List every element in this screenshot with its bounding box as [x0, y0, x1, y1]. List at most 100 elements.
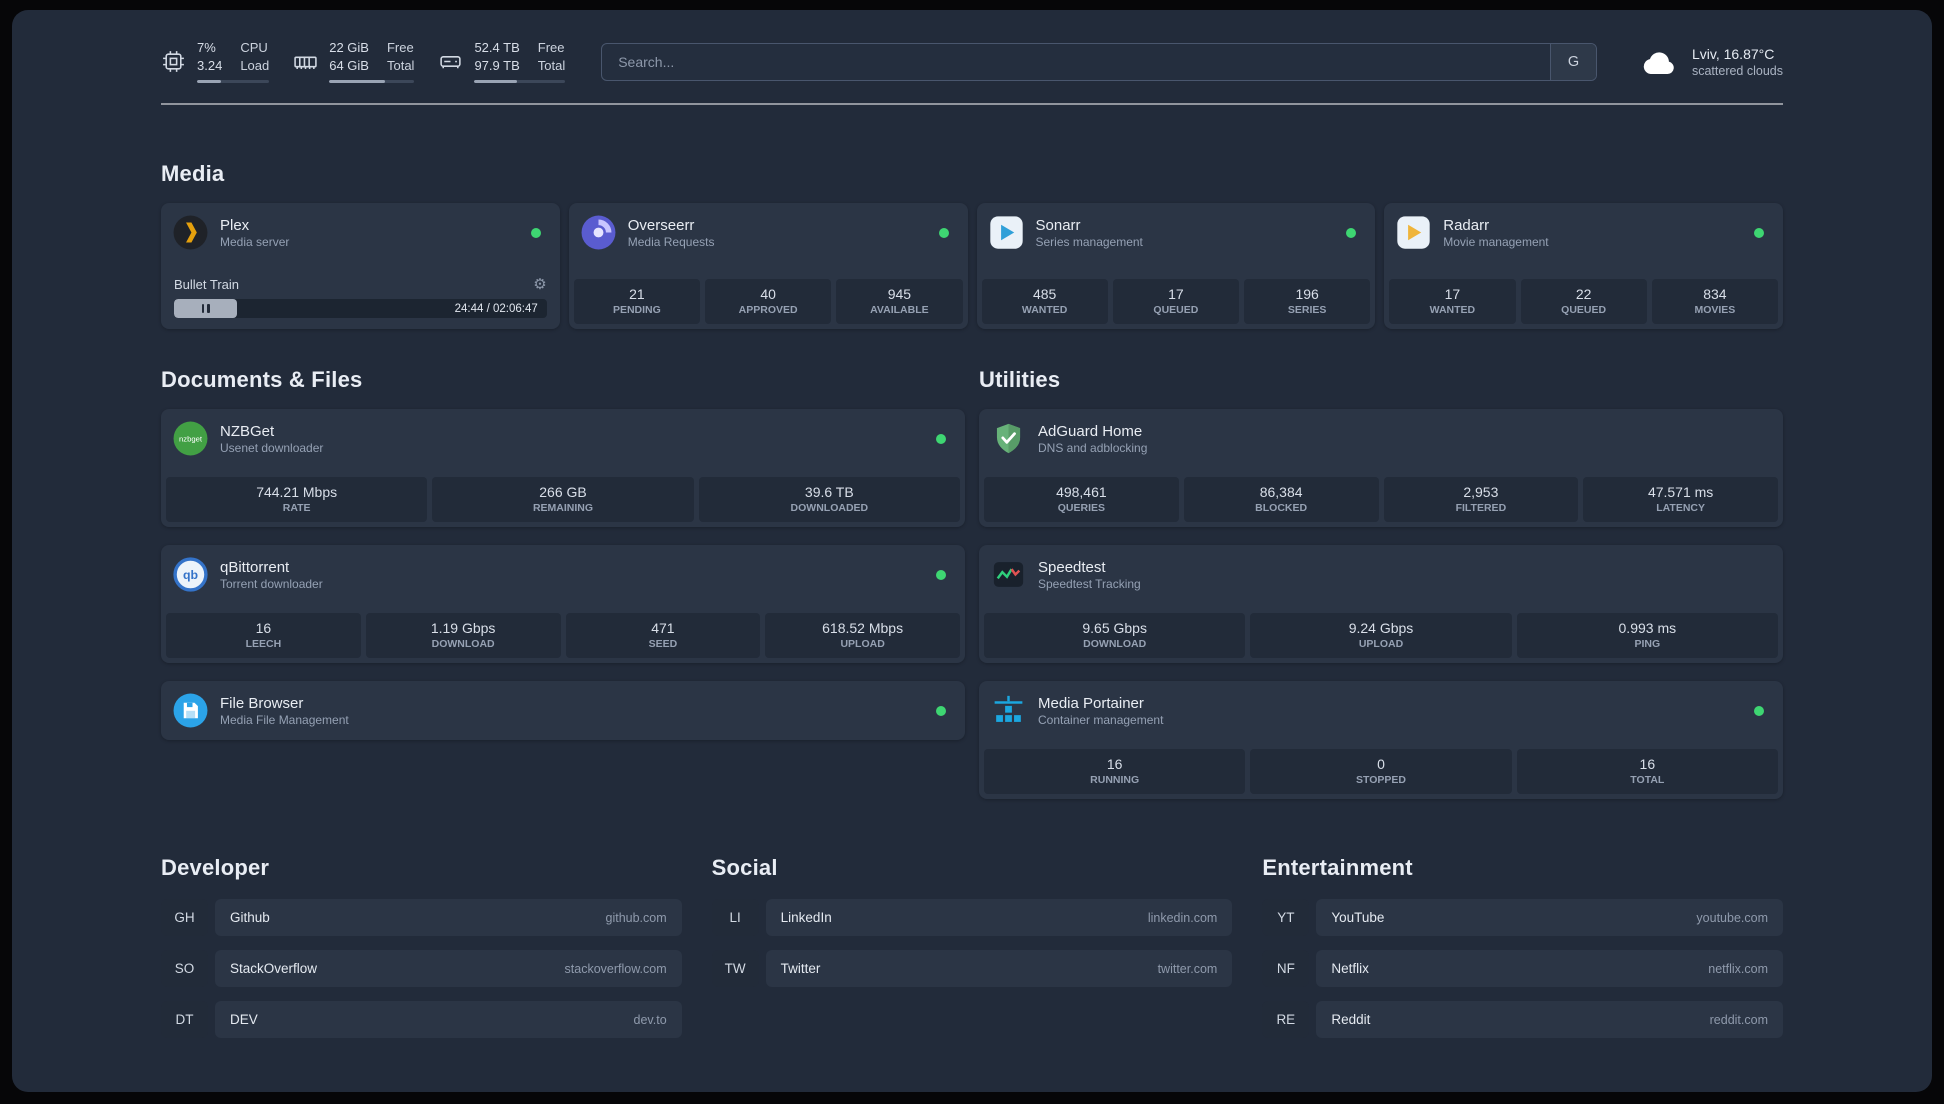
- sonarr-link[interactable]: Sonarr Series management: [982, 208, 1371, 257]
- service-name: Overseerr: [627, 216, 695, 234]
- service-desc: Container management: [1038, 712, 1164, 727]
- header-divider: [161, 103, 1783, 106]
- bookmark-linkedin[interactable]: LI LinkedIn linkedin.com: [711, 899, 1233, 937]
- stat-movies: 834 MOVIES: [1651, 279, 1778, 325]
- memory-total-label: Total: [386, 57, 415, 73]
- service-name: Sonarr: [1035, 216, 1081, 234]
- bookmark-stackoverflow[interactable]: SO StackOverflow stackoverflow.com: [161, 950, 682, 988]
- service-card-radarr: Radarr Movie management 17 WANTED 22 QUE…: [1384, 203, 1783, 330]
- cloud-icon: [1643, 51, 1674, 74]
- disk-free-value: 52.4 TB: [474, 40, 520, 55]
- radarr-link[interactable]: Radarr Movie management: [1389, 208, 1778, 257]
- cpu-icon: [163, 51, 184, 73]
- bookmark-name: StackOverflow: [230, 961, 318, 977]
- adguard-icon: [996, 424, 1021, 454]
- cpu-percent: 7%: [197, 40, 216, 55]
- bookmark-name: Netflix: [1331, 961, 1369, 977]
- service-name: Media Portainer: [1038, 694, 1144, 712]
- service-desc: Media File Management: [220, 712, 349, 727]
- memory-free-label: Free: [386, 40, 414, 55]
- status-dot: [936, 705, 946, 716]
- section-title-social: Social: [711, 855, 778, 881]
- stat-ping: 0.993 ms PING: [1516, 613, 1778, 659]
- stat-wanted: 17 WANTED: [1389, 279, 1516, 325]
- adguard-link[interactable]: AdGuard Home DNS and adblocking: [984, 414, 1778, 463]
- stat-pending: 21 PENDING: [573, 279, 700, 325]
- bookmark-reddit[interactable]: RE Reddit reddit.com: [1262, 1001, 1783, 1039]
- memory-usage-bar: [329, 79, 415, 84]
- status-dot: [1754, 227, 1764, 238]
- section-title-developer: Developer: [161, 855, 270, 881]
- bookmark-name: DEV: [230, 1012, 258, 1028]
- now-playing-title: Bullet Train: [174, 277, 240, 293]
- service-card-portainer: Media Portainer Container management 16 …: [979, 681, 1783, 800]
- filebrowser-link[interactable]: File Browser Media File Management: [166, 686, 960, 735]
- status-dot: [1346, 227, 1357, 238]
- svg-text:qb: qb: [183, 568, 199, 582]
- bookmark-abbr: TW: [711, 950, 759, 988]
- overseerr-link[interactable]: Overseerr Media Requests: [574, 208, 963, 257]
- cpu-usage-bar: [197, 79, 270, 84]
- plex-progress-time: 24:44 / 02:06:47: [454, 302, 538, 315]
- bookmark-youtube[interactable]: YT YouTube youtube.com: [1262, 899, 1783, 937]
- bookmark-netflix[interactable]: NF Netflix netflix.com: [1262, 950, 1783, 988]
- bookmarks-entertainment: Entertainment YT YouTube youtube.com NF …: [1262, 855, 1783, 1052]
- bookmark-github[interactable]: GH Github github.com: [161, 899, 682, 937]
- search-provider-button[interactable]: G: [1549, 43, 1596, 80]
- service-desc: Movie management: [1443, 234, 1549, 249]
- status-dot: [936, 433, 946, 444]
- stat-approved: 40 APPROVED: [705, 279, 832, 325]
- section-title-documents: Documents & Files: [161, 367, 363, 393]
- bookmarks-social: Social LI LinkedIn linkedin.com TW Twitt…: [711, 855, 1233, 1001]
- stat-latency: 47.571 ms LATENCY: [1583, 477, 1778, 523]
- bookmark-dev[interactable]: DT DEV dev.to: [161, 1001, 682, 1039]
- status-dot: [938, 227, 949, 238]
- disk-total-value: 97.9 TB: [474, 57, 520, 73]
- service-card-qbittorrent: qb qBittorrent Torrent downloader 16 LEE…: [161, 545, 965, 664]
- stat-stopped: 0 STOPPED: [1250, 749, 1512, 795]
- stat-download: 9.65 Gbps DOWNLOAD: [984, 613, 1246, 659]
- service-card-sonarr: Sonarr Series management 485 WANTED 17 Q…: [976, 203, 1376, 330]
- bookmark-abbr: LI: [711, 899, 759, 937]
- portainer-link[interactable]: Media Portainer Container management: [984, 686, 1778, 735]
- bookmark-domain: dev.to: [633, 1012, 667, 1027]
- resource-cpu: 7% CPU 3.24 Load: [161, 40, 270, 84]
- resource-disk: 52.4 TB Free 97.9 TB Total: [438, 40, 566, 84]
- service-name: Speedtest: [1038, 558, 1106, 576]
- stat-queued: 17 QUEUED: [1112, 279, 1239, 325]
- stat-available: 945 AVAILABLE: [836, 279, 963, 325]
- search-bar: G: [601, 42, 1597, 81]
- status-dot: [1754, 705, 1764, 716]
- stat-upload: 618.52 Mbps UPLOAD: [765, 613, 960, 659]
- search-input[interactable]: [602, 43, 1550, 80]
- session-gear-icon: ⚙: [533, 276, 547, 294]
- stat-remaining: 266 GB REMAINING: [432, 477, 694, 523]
- service-desc: Torrent downloader: [220, 576, 323, 591]
- stat-blocked: 86,384 BLOCKED: [1183, 477, 1379, 523]
- disk-free-label: Free: [537, 40, 565, 55]
- stat-queries: 498,461 QUERIES: [984, 477, 1179, 523]
- weather-condition: scattered clouds: [1691, 63, 1783, 78]
- overseerr-icon: [581, 215, 616, 250]
- bookmark-abbr: NF: [1262, 950, 1310, 988]
- bookmark-abbr: SO: [161, 950, 208, 988]
- bookmark-twitter[interactable]: TW Twitter twitter.com: [711, 950, 1233, 988]
- plex-link[interactable]: Plex Media server: [166, 208, 555, 257]
- bookmark-name: Github: [230, 910, 270, 926]
- qbittorrent-link[interactable]: qb qBittorrent Torrent downloader: [166, 550, 960, 599]
- section-media: Media Plex Media server Bullet Train ⚙ 2…: [161, 161, 1783, 330]
- bookmark-abbr: RE: [1262, 1001, 1310, 1039]
- bookmark-name: YouTube: [1331, 910, 1385, 926]
- speedtest-link[interactable]: Speedtest Speedtest Tracking: [984, 550, 1778, 599]
- cpu-load-value: 3.24: [197, 57, 223, 73]
- nzbget-link[interactable]: nzbget NZBGet Usenet downloader: [166, 414, 960, 463]
- service-desc: Speedtest Tracking: [1038, 576, 1141, 591]
- section-title-entertainment: Entertainment: [1262, 855, 1413, 881]
- pause-icon: [200, 300, 211, 318]
- service-desc: Usenet downloader: [220, 440, 324, 455]
- speedtest-icon: [993, 562, 1024, 588]
- disk-icon: [440, 56, 462, 69]
- disk-usage-bar: [474, 79, 566, 84]
- service-name: Radarr: [1443, 216, 1490, 234]
- resource-memory: 22 GiB Free 64 GiB Total: [293, 40, 415, 84]
